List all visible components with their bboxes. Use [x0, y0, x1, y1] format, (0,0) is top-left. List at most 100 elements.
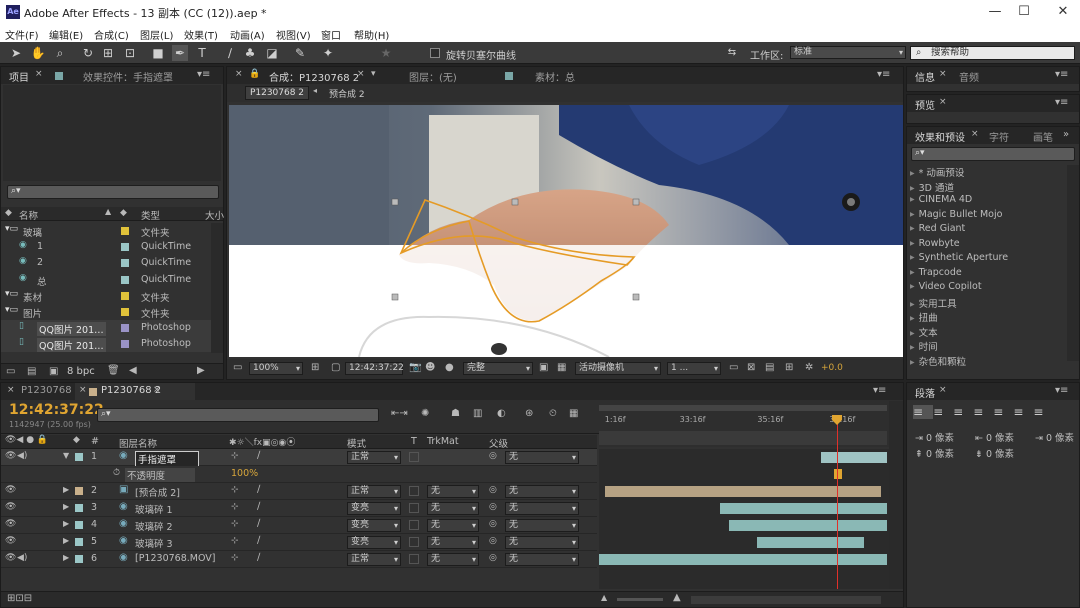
effects-scrollbar[interactable] — [1067, 165, 1079, 361]
selection-tool-icon[interactable]: ➤ — [8, 45, 24, 61]
parent-select[interactable]: 无 — [505, 485, 579, 498]
shy-switch-icon[interactable]: ⊹ — [231, 536, 239, 546]
parent-select[interactable]: 无 — [505, 536, 579, 549]
tab-paragraph[interactable]: 段落 — [915, 385, 935, 400]
panel-menu-icon[interactable]: ▾≡ — [873, 385, 886, 396]
tab-composition[interactable]: 合成：P1230768 2 — [269, 69, 359, 84]
expand-arrow-icon[interactable]: ▶ — [63, 485, 69, 494]
rotate-tool-icon[interactable]: ↻ — [80, 45, 96, 61]
interpret-footage-icon[interactable]: ▭ — [6, 366, 15, 377]
effects-category[interactable]: * 动画预设 — [910, 165, 965, 179]
project-scrollbar[interactable] — [211, 223, 223, 353]
region-icon[interactable]: ▣ — [539, 362, 548, 373]
tab-close-icon[interactable]: × — [971, 129, 979, 139]
effects-category[interactable]: Trapcode — [910, 267, 962, 278]
tab-info[interactable]: 信息 — [915, 69, 935, 84]
panel-menu-icon[interactable]: » — [1063, 129, 1069, 140]
new-folder-icon[interactable]: ▤ — [27, 366, 36, 377]
menu-file[interactable]: 文件(F) — [5, 27, 39, 42]
effects-category[interactable]: 杂色和颗粒 — [910, 354, 967, 368]
minimize-icon[interactable]: — — [980, 2, 1010, 22]
render-icon[interactable]: ▦ — [569, 408, 578, 419]
brainstorm-icon[interactable]: ⊛ — [525, 408, 533, 419]
layer-name[interactable]: [P1230768.MOV] — [135, 553, 215, 564]
tab-close-icon[interactable]: × — [939, 97, 947, 107]
scroll-left-icon[interactable]: ◀ — [129, 365, 137, 376]
project-item[interactable]: ▾▭ 素材 文件夹 — [1, 288, 211, 304]
time-ruler[interactable]: 1:16f 33:16f 35:16f 37:16f — [599, 413, 887, 429]
panel-menu-icon[interactable]: ▾≡ — [1055, 385, 1068, 396]
timeline-icon[interactable]: ▤ — [765, 362, 774, 373]
views-select[interactable]: 1 ... — [667, 362, 721, 375]
layer-label-swatch[interactable] — [75, 555, 83, 563]
zoom-slider[interactable] — [617, 598, 663, 601]
project-item[interactable]: ◉ 1 QuickTime — [1, 239, 211, 255]
layer-mode-select[interactable]: 变亮 — [347, 519, 401, 532]
layer-duration-bar[interactable] — [728, 520, 887, 531]
justify-center-icon[interactable]: ≡ — [993, 405, 1013, 419]
always-preview-icon[interactable]: ▭ — [233, 362, 242, 373]
tab-close-icon[interactable]: × — [939, 385, 947, 395]
menu-window[interactable]: 窗口 — [321, 27, 341, 42]
layer-row[interactable]: 👁 ◀) ▶ 6 ◉ [P1230768.MOV] ⊹ ∕ 正常 无 ◎ 无 — [1, 551, 597, 568]
effects-category[interactable]: Video Copilot — [910, 281, 982, 292]
layer-row[interactable]: 👁 ▶ 4 ◉ 玻璃碎 2 ⊹ ∕ 变亮 无 ◎ 无 — [1, 517, 597, 534]
tab-character[interactable]: 字符 — [989, 129, 1009, 144]
visibility-eye-icon[interactable]: 👁 — [5, 502, 16, 512]
effects-search-input[interactable]: ⌕▾ — [911, 147, 1075, 161]
tab-effects-presets[interactable]: 效果和预设 — [915, 129, 965, 144]
current-time-field[interactable]: 12:42:37:22 — [345, 362, 404, 375]
expand-arrow-icon[interactable]: ▶ — [63, 536, 69, 545]
layer-duration-bar[interactable] — [599, 554, 887, 565]
align-right-icon[interactable]: ≡ — [953, 405, 973, 419]
col-trkmat[interactable]: TrkMat — [427, 436, 459, 447]
project-item[interactable]: ▯ QQ图片 201… Photoshop — [1, 320, 211, 337]
tab-layer[interactable]: 图层：(无) — [409, 69, 457, 84]
shy-switch-icon[interactable]: ⊹ — [231, 502, 239, 512]
visibility-eye-icon[interactable]: 👁 — [5, 519, 16, 529]
menu-layer[interactable]: 图层(L) — [140, 27, 173, 42]
effects-category[interactable]: 3D 通道 — [910, 180, 954, 194]
keyframe-marker[interactable] — [834, 469, 842, 479]
shy-switch-icon[interactable]: ⊹ — [231, 519, 239, 529]
work-area-bar[interactable] — [599, 405, 887, 411]
col-type[interactable]: 类型 — [141, 208, 160, 222]
quality-switch-icon[interactable]: ∕ — [257, 552, 260, 563]
flowchart-icon[interactable]: ⊞ — [785, 362, 793, 373]
timeline-timecode[interactable]: 12:42:37:22 — [9, 402, 104, 418]
panel-menu-icon[interactable]: ▾≡ — [1055, 69, 1068, 80]
trkmat-select[interactable]: 无 — [427, 553, 479, 566]
trkmat-select[interactable]: 无 — [427, 502, 479, 515]
panel-menu-icon[interactable]: ▾≡ — [197, 69, 210, 80]
visibility-eye-icon[interactable]: 👁 — [5, 536, 16, 546]
pan-behind-tool-icon[interactable]: ⊡ — [122, 45, 138, 61]
parent-select[interactable]: 无 — [505, 502, 579, 515]
toggle-pixel-icon[interactable]: ▭ — [729, 362, 738, 373]
layer-search-input[interactable]: ⌕▾ — [97, 408, 379, 422]
tab-close-icon[interactable]: × — [153, 385, 161, 395]
expand-arrow-icon[interactable]: ▶ — [63, 519, 69, 528]
tab-preview[interactable]: 预览 — [915, 97, 935, 112]
expand-arrow-icon[interactable]: ▶ — [63, 553, 69, 562]
transparency-grid-icon[interactable]: ▦ — [557, 362, 566, 373]
trkmat-select[interactable]: 无 — [427, 519, 479, 532]
puppet-tool-icon[interactable]: ✦ — [320, 45, 336, 61]
help-search-input[interactable]: ⌕ 搜索帮助 — [910, 46, 1075, 60]
channel-icon[interactable]: ● — [445, 362, 454, 373]
close-icon[interactable]: ✕ — [1048, 2, 1078, 22]
close-tab-icon[interactable]: × — [235, 69, 243, 79]
space-after[interactable]: ⇟ 0 像素 — [975, 446, 1014, 460]
layer-name[interactable]: [预合成 2] — [135, 485, 180, 499]
exposure-value[interactable]: +0.0 — [821, 363, 843, 373]
layer-label-swatch[interactable] — [75, 453, 83, 461]
timeline-tracks[interactable] — [599, 449, 889, 589]
transform-handle[interactable] — [391, 198, 399, 206]
layer-duration-bar[interactable] — [757, 537, 864, 548]
parent-pickwhip-icon[interactable]: ◎ — [489, 553, 497, 563]
tab-project[interactable]: 项目 — [9, 69, 29, 84]
menu-edit[interactable]: 编辑(E) — [49, 27, 83, 42]
layer-label-swatch[interactable] — [75, 538, 83, 546]
graph-editor-icon[interactable]: ⏲ — [549, 408, 557, 419]
layer-name[interactable]: 玻璃碎 3 — [135, 536, 173, 550]
layer-name[interactable]: 手指遮罩 — [135, 451, 200, 467]
